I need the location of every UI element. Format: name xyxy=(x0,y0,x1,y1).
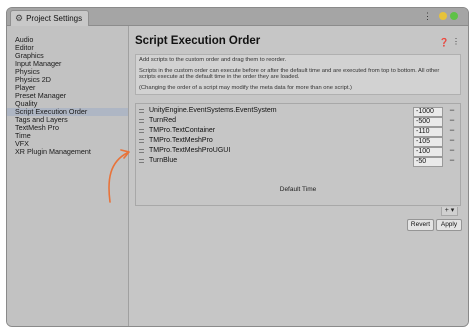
remove-script-button[interactable]: − xyxy=(447,146,457,155)
script-name: TMPro.TextMeshPro xyxy=(149,137,213,144)
execution-order-field[interactable]: -50 xyxy=(413,157,443,167)
drag-handle-icon[interactable] xyxy=(139,129,144,133)
apply-button[interactable]: Apply xyxy=(436,219,462,231)
script-name: TMPro.TextContainer xyxy=(149,127,216,134)
remove-script-button[interactable]: − xyxy=(447,126,457,135)
tab-label: Project Settings xyxy=(26,14,83,23)
revert-button[interactable]: Revert xyxy=(407,219,434,231)
script-row[interactable]: UnityEngine.EventSystems.EventSystem -10… xyxy=(136,106,460,117)
gear-icon: ⚙ xyxy=(15,13,24,23)
drag-handle-icon[interactable] xyxy=(139,149,144,153)
remove-script-button[interactable]: − xyxy=(447,116,457,125)
minimize-button[interactable] xyxy=(439,12,447,20)
info-text-1: Add scripts to the custom order and drag… xyxy=(139,57,287,63)
script-row[interactable]: TurnRed -500 − xyxy=(136,116,460,127)
info-text-2: Scripts in the custom order can execute … xyxy=(139,67,440,81)
script-name: TurnRed xyxy=(149,117,176,124)
window-menu-icon[interactable]: ⋮ xyxy=(423,11,432,21)
page-title: Script Execution Order xyxy=(135,35,261,47)
info-box: Add scripts to the custom order and drag… xyxy=(135,54,461,95)
script-name: UnityEngine.EventSystems.EventSystem xyxy=(149,107,277,114)
script-name: TMPro.TextMeshProUGUI xyxy=(149,147,231,154)
script-name: TurnBlue xyxy=(149,157,178,164)
project-settings-tab[interactable]: ⚙ Project Settings xyxy=(10,10,90,26)
script-row[interactable]: TMPro.TextContainer -110 − xyxy=(136,126,460,137)
drag-handle-icon[interactable] xyxy=(139,109,144,113)
title-bar: ⚙ Project Settings ⋮ xyxy=(7,8,468,26)
more-options-icon[interactable]: ⋮ xyxy=(452,37,460,46)
drag-handle-icon[interactable] xyxy=(139,119,144,123)
add-script-button[interactable]: + ▾ xyxy=(441,207,458,216)
remove-script-button[interactable]: − xyxy=(447,136,457,145)
script-row[interactable]: TMPro.TextMeshProUGUI -100 − xyxy=(136,146,460,157)
remove-script-button[interactable]: − xyxy=(447,156,457,165)
maximize-button[interactable] xyxy=(450,12,458,20)
main-panel: Script Execution Order ❓ ⋮ Add scripts t… xyxy=(129,26,468,326)
sidebar-list: Audio Editor Graphics Input Manager Phys… xyxy=(7,36,128,156)
info-text-3: (Changing the order of a script may modi… xyxy=(139,84,352,91)
default-time-label: Default Time xyxy=(279,186,317,193)
drag-handle-icon[interactable] xyxy=(139,159,144,163)
annotation-arrow-icon xyxy=(108,149,130,203)
remove-script-button[interactable]: − xyxy=(447,106,457,115)
project-settings-window: ⚙ Project Settings ⋮ Audio Editor Graphi… xyxy=(6,7,469,327)
script-order-list: UnityEngine.EventSystems.EventSystem -10… xyxy=(135,103,461,206)
help-icon[interactable]: ❓ xyxy=(439,38,449,47)
script-row[interactable]: TurnBlue -50 − xyxy=(136,156,460,167)
script-row[interactable]: TMPro.TextMeshPro -105 − xyxy=(136,136,460,147)
drag-handle-icon[interactable] xyxy=(139,139,144,143)
